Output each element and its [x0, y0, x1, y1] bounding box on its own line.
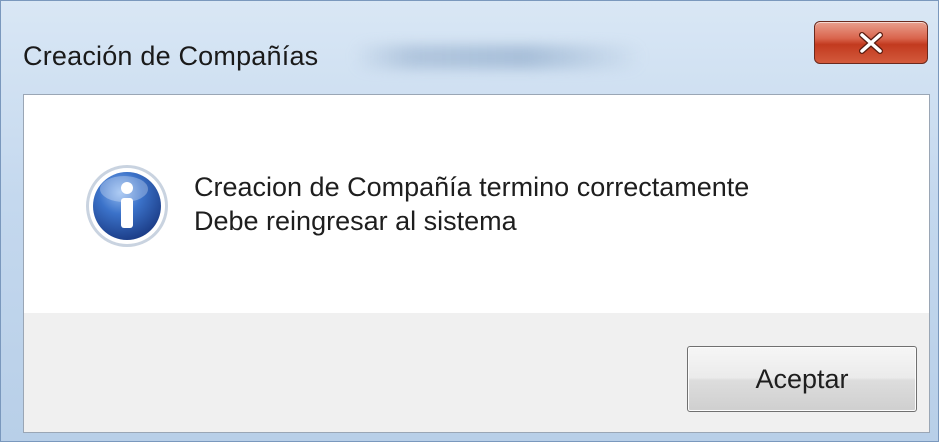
message-dialog: Creación de Compañías Creacion de Compañ…	[0, 0, 939, 442]
message-area: Creacion de Compañía termino correctamen…	[24, 95, 929, 313]
accept-button[interactable]: Aceptar	[687, 346, 917, 412]
window-title: Creación de Compañías	[23, 41, 319, 71]
dialog-client-area: Creacion de Compañía termino correctamen…	[23, 94, 930, 433]
message-text: Creacion de Compañía termino correctamen…	[194, 170, 749, 238]
message-line-1: Creacion de Compañía termino correctamen…	[194, 172, 750, 202]
close-button[interactable]	[814, 21, 928, 64]
info-icon	[84, 163, 170, 249]
title-blur-decoration	[353, 45, 643, 69]
title-bar[interactable]: Creación de Compañías	[1, 1, 938, 89]
close-icon	[858, 31, 884, 54]
message-line-2: Debe reingresar al sistema	[194, 206, 517, 236]
